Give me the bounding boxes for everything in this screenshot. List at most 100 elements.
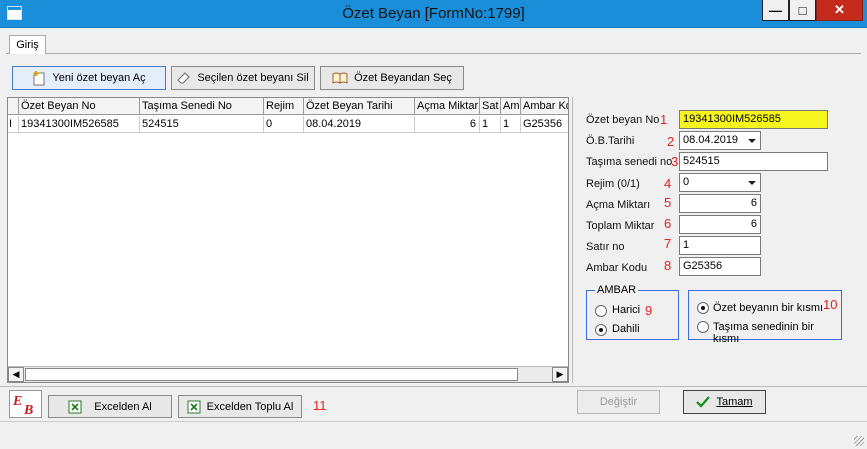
column-header[interactable]: Taşıma Senedi No (140, 98, 264, 114)
svg-text:E: E (12, 394, 22, 409)
acma-miktari-input[interactable]: 6 (679, 194, 761, 213)
annotation-7: 7 (664, 236, 672, 251)
annotation-5: 5 (664, 195, 672, 210)
table-cell[interactable]: 1 (480, 116, 501, 132)
harici-label: Harici (612, 304, 641, 316)
ob-tarihi-dropdown[interactable]: 08.04.2019 (679, 131, 761, 150)
status-bar (0, 422, 867, 449)
window-title: Özet Beyan [FormNo:1799] (342, 5, 525, 22)
rejim-value: 0 (683, 176, 690, 188)
satir-no-input[interactable]: 1 (679, 236, 761, 255)
excelden-toplu-al-label: Excelden Toplu Al (206, 400, 294, 413)
tab-strip: Giriş (6, 35, 861, 54)
column-header[interactable]: Rejim (264, 98, 304, 114)
acma-miktari-label: Açma Miktarı (586, 199, 651, 211)
table-cell[interactable]: 524515 (140, 116, 264, 132)
ambar-group: AMBAR Harici 9 Dahili (586, 284, 679, 340)
title-bar: Özet Beyan [FormNo:1799] (0, 0, 867, 28)
excelden-toplu-al-button[interactable]: Excelden Toplu Al (178, 395, 302, 418)
annotation-2: 2 (667, 134, 675, 149)
degistir-button[interactable]: Değiştir (577, 390, 660, 414)
select-ozet-beyan-label: Özet Beyandan Seç (354, 72, 452, 84)
table-cell[interactable]: 1 (501, 116, 521, 132)
column-header[interactable]: Özet Beyan No (19, 98, 140, 114)
minimize-button[interactable]: — (762, 0, 789, 21)
excel-icon (187, 400, 201, 414)
rejim-label: Rejim (0/1) (586, 178, 640, 190)
chevron-down-icon[interactable] (748, 139, 756, 143)
chevron-down-icon[interactable] (748, 181, 756, 185)
maximize-button[interactable]: □ (789, 0, 816, 21)
resize-grip-icon[interactable] (854, 436, 864, 446)
toplam-miktar-label: Toplam Miktar (586, 220, 655, 232)
dahili-label: Dahili (612, 323, 640, 335)
tasima-senedi-no-label: Taşıma senedi no (586, 156, 673, 168)
satir-no-label: Satır no (586, 241, 625, 253)
ozet-beyan-kismi-label: Özet beyanın bir kısmı (713, 302, 824, 314)
table-cell[interactable]: G25356 (521, 116, 568, 132)
excelden-al-label: Excelden Al (94, 400, 152, 413)
eb-logo-icon: E B (9, 390, 42, 418)
scroll-right-icon[interactable]: ▶ (552, 367, 568, 382)
svg-text:B: B (23, 403, 33, 417)
excelden-al-button[interactable]: Excelden Al (48, 395, 172, 418)
horizontal-scrollbar[interactable]: ◀ ▶ (8, 366, 568, 382)
table-cell[interactable]: 19341300IM526585 (19, 116, 140, 132)
toplam-miktar-input[interactable]: 6 (679, 215, 761, 234)
grid-corner (8, 98, 19, 114)
annotation-1: 1 (660, 112, 668, 127)
tasima-senedi-no-input[interactable]: 524515 (679, 152, 828, 171)
ozet-beyan-no-label: Özet beyan No (586, 114, 660, 126)
rejim-dropdown[interactable]: 0 (679, 173, 761, 192)
column-header[interactable]: Sat (480, 98, 501, 114)
tab-giris[interactable]: Giriş (9, 35, 46, 54)
scope-group: Özet beyanın bir kısmı 10 Taşıma senedin… (688, 290, 842, 345)
section-divider (0, 386, 867, 387)
annotation-6: 6 (664, 216, 672, 231)
column-header[interactable]: Ambar Ko (521, 98, 568, 114)
detail-panel: Özet beyan No 1 19341300IM526585 Ö.B.Tar… (572, 97, 861, 383)
ambar-kodu-label: Ambar Kodu (586, 262, 648, 274)
select-ozet-beyan-button[interactable]: Özet Beyandan Seç (320, 66, 464, 90)
harici-radio[interactable] (595, 305, 607, 317)
dahili-radio[interactable] (595, 324, 607, 336)
table-row[interactable]: I 19341300IM526585 524515 0 08.04.2019 6… (8, 116, 568, 133)
ob-tarihi-label: Ö.B.Tarihi (586, 135, 635, 147)
ozet-beyan-no-input[interactable]: 19341300IM526585 (679, 110, 828, 129)
column-header[interactable]: Açma Miktar (415, 98, 480, 114)
grid-header: Özet Beyan No Taşıma Senedi No Rejim Öze… (8, 98, 568, 115)
ozet-beyan-grid[interactable]: Özet Beyan No Taşıma Senedi No Rejim Öze… (7, 97, 569, 383)
checkmark-icon (696, 396, 711, 408)
tasima-senedi-kismi-radio[interactable] (697, 321, 709, 333)
annotation-4: 4 (664, 176, 672, 191)
row-indicator: I (8, 116, 19, 132)
close-button[interactable]: ✕ (816, 0, 863, 21)
scroll-thumb[interactable] (25, 368, 518, 381)
tasima-senedi-kismi-label: Taşıma senedinin bir kısmı (713, 321, 814, 345)
scroll-left-icon[interactable]: ◀ (8, 367, 24, 382)
excel-icon (68, 400, 82, 414)
new-document-icon (32, 70, 46, 86)
new-ozet-beyan-button[interactable]: Yeni özet beyan Aç (12, 66, 166, 90)
annotation-3: 3 (671, 154, 679, 169)
new-ozet-beyan-label: Yeni özet beyan Aç (52, 72, 146, 84)
table-cell[interactable]: 0 (264, 116, 304, 132)
tamam-label: Tamam (716, 396, 753, 408)
delete-ozet-beyan-button[interactable]: Seçilen özet beyanı Sil (171, 66, 315, 90)
annotation-9: 9 (645, 303, 653, 318)
ambar-kodu-input[interactable]: G25356 (679, 257, 761, 276)
table-cell[interactable]: 6 (415, 116, 480, 132)
ambar-group-title: AMBAR (595, 284, 639, 296)
tamam-button[interactable]: Tamam (683, 390, 766, 414)
annotation-8: 8 (664, 258, 672, 273)
book-icon (332, 72, 348, 84)
annotation-10: 10 (823, 297, 838, 312)
table-cell[interactable]: 08.04.2019 (304, 116, 415, 132)
column-header[interactable]: Am (501, 98, 521, 114)
eraser-icon (177, 72, 191, 84)
column-header[interactable]: Özet Beyan Tarihi (304, 98, 415, 114)
ob-tarihi-value: 08.04.2019 (683, 134, 739, 146)
annotation-11: 11 (313, 398, 327, 413)
delete-ozet-beyan-label: Seçilen özet beyanı Sil (197, 72, 309, 84)
ozet-beyan-kismi-radio[interactable] (697, 302, 709, 314)
